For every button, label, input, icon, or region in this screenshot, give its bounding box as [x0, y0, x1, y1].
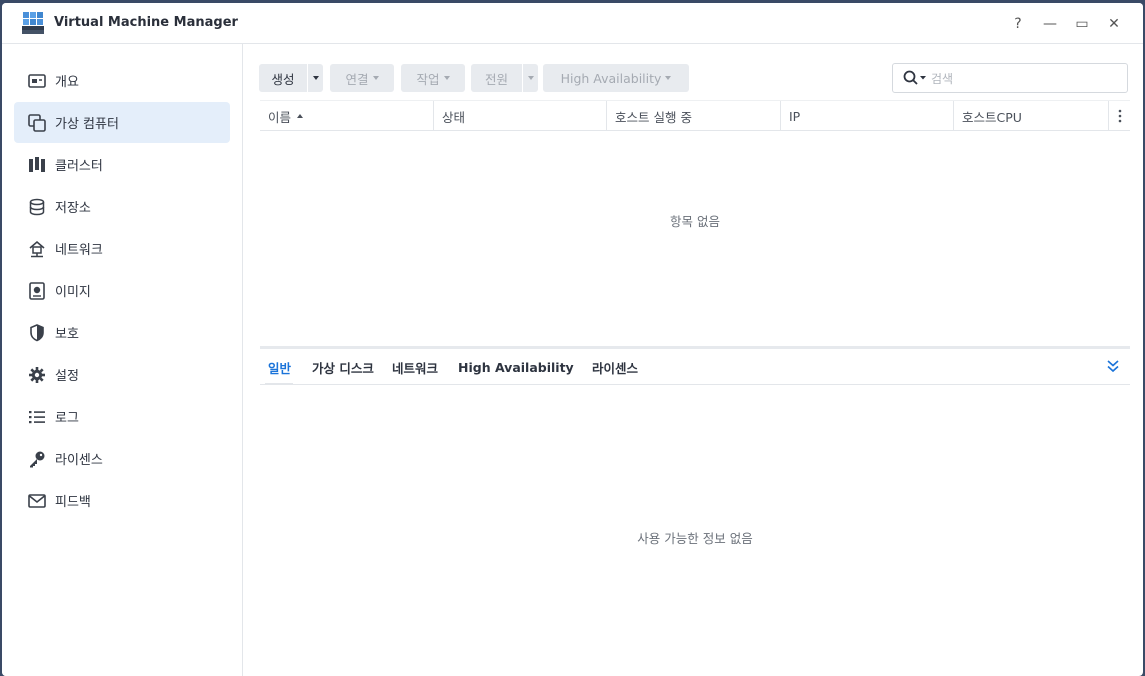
- main-panel: 생성 연결 작업 전원 High Availability 이름: [244, 44, 1143, 676]
- log-list-icon: [27, 407, 47, 427]
- sidebar-item-image[interactable]: 이미지: [14, 270, 230, 311]
- sidebar-item-label: 네트워크: [55, 243, 103, 258]
- overview-icon: [27, 71, 47, 91]
- app-logo-icon: [22, 12, 44, 34]
- help-button[interactable]: ?: [1006, 13, 1030, 35]
- power-button-label: 전원: [484, 71, 508, 87]
- sidebar-item-label: 보호: [55, 327, 79, 342]
- action-button[interactable]: 작업: [401, 64, 465, 92]
- column-label: IP: [789, 108, 801, 124]
- title-bar: Virtual Machine Manager ? — ▭ ✕: [2, 3, 1143, 44]
- tab-general[interactable]: 일반: [268, 349, 291, 385]
- sidebar-item-license[interactable]: 라이센스: [14, 438, 230, 479]
- maximize-button[interactable]: ▭: [1070, 13, 1094, 35]
- sidebar-item-label: 가상 컴퓨터: [55, 117, 119, 132]
- mail-icon: [27, 491, 47, 511]
- search-icon: [903, 70, 926, 85]
- grid-empty-message: 항목 없음: [670, 214, 720, 229]
- cluster-icon: [27, 155, 47, 175]
- image-icon: [27, 281, 47, 301]
- sidebar-item-label: 개요: [55, 75, 79, 90]
- column-status[interactable]: 상태: [434, 101, 606, 131]
- collapse-double-chevron-icon[interactable]: [1106, 359, 1120, 373]
- column-label: 상태: [442, 109, 466, 125]
- sidebar-item-feedback[interactable]: 피드백: [14, 480, 230, 521]
- column-label: 이름: [268, 109, 292, 125]
- chevron-down-icon: [527, 76, 534, 80]
- close-button[interactable]: ✕: [1102, 13, 1126, 35]
- detail-empty-message: 사용 가능한 정보 없음: [637, 531, 753, 546]
- sidebar-item-overview[interactable]: 개요: [14, 60, 230, 101]
- tab-label: High Availability: [458, 359, 574, 375]
- create-dropdown-button[interactable]: [307, 64, 323, 92]
- column-label: 호스트CPU: [962, 109, 1022, 125]
- action-button-label: 작업: [416, 71, 440, 87]
- sort-ascending-icon: [297, 114, 304, 118]
- sidebar-item-label: 저장소: [55, 201, 91, 216]
- tab-license[interactable]: 라이센스: [592, 349, 638, 385]
- sidebar-item-label: 라이센스: [55, 453, 103, 468]
- tab-label: 라이센스: [592, 360, 639, 376]
- sidebar-item-label: 설정: [55, 369, 79, 384]
- tab-virtual-disk[interactable]: 가상 디스크: [312, 349, 374, 385]
- sidebar: 개요 가상 컴퓨터 클러스터 저장소 네트워크 이미지 보호 설정 로그 라이센…: [2, 44, 243, 676]
- high-availability-button-label: High Availability: [560, 70, 662, 86]
- connect-button[interactable]: 연결: [330, 64, 394, 92]
- column-host-cpu[interactable]: 호스트CPU: [954, 101, 1108, 131]
- sidebar-item-label: 이미지: [55, 285, 91, 300]
- sidebar-item-settings[interactable]: 설정: [14, 354, 230, 395]
- shield-icon: [27, 323, 47, 343]
- tab-label: 네트워크: [392, 360, 439, 376]
- vmm-window: Virtual Machine Manager ? — ▭ ✕ 개요 가상 컴퓨…: [2, 3, 1143, 676]
- column-ip[interactable]: IP: [781, 101, 953, 131]
- app-title: Virtual Machine Manager: [54, 15, 238, 30]
- column-label: 호스트 실행 중: [615, 109, 692, 125]
- tab-active-indicator: [265, 383, 293, 385]
- more-vertical-icon: [1118, 109, 1121, 123]
- chevron-down-icon: [372, 76, 379, 80]
- key-icon: [27, 449, 47, 469]
- sidebar-item-label: 피드백: [55, 495, 91, 510]
- storage-icon: [27, 197, 47, 217]
- sidebar-item-cluster[interactable]: 클러스터: [14, 144, 230, 185]
- sidebar-item-storage[interactable]: 저장소: [14, 186, 230, 227]
- tab-label: 가상 디스크: [312, 360, 374, 376]
- sidebar-item-network[interactable]: 네트워크: [14, 228, 230, 269]
- column-name[interactable]: 이름: [260, 101, 433, 131]
- chevron-down-icon: [443, 76, 450, 80]
- chevron-down-icon: [665, 76, 672, 80]
- create-button[interactable]: 생성: [259, 64, 307, 92]
- sidebar-item-virtual-machine[interactable]: 가상 컴퓨터: [14, 102, 230, 143]
- sidebar-item-label: 클러스터: [55, 159, 103, 174]
- tab-label: 일반: [268, 360, 292, 376]
- chevron-down-icon: [312, 76, 319, 80]
- tab-network[interactable]: 네트워크: [392, 349, 438, 385]
- sidebar-item-log[interactable]: 로그: [14, 396, 230, 437]
- virtual-machine-icon: [27, 113, 47, 133]
- power-dropdown-button[interactable]: [522, 64, 538, 92]
- gear-icon: [27, 365, 47, 385]
- sidebar-item-label: 로그: [55, 411, 79, 426]
- vm-grid-header: 이름 상태 호스트 실행 중 IP 호스트CPU: [260, 100, 1130, 131]
- create-button-label: 생성: [271, 71, 295, 87]
- connect-button-label: 연결: [345, 71, 369, 87]
- search-input[interactable]: [931, 70, 1111, 88]
- detail-tabs: 일반 가상 디스크 네트워크 High Availability 라이센스: [260, 349, 1130, 385]
- search-box[interactable]: [892, 63, 1128, 93]
- tab-high-availability[interactable]: High Availability: [458, 349, 574, 385]
- minimize-button[interactable]: —: [1038, 13, 1062, 35]
- column-host-running[interactable]: 호스트 실행 중: [607, 101, 780, 131]
- network-icon: [27, 239, 47, 259]
- column-menu-button[interactable]: [1109, 101, 1130, 131]
- sidebar-item-protection[interactable]: 보호: [14, 312, 230, 353]
- high-availability-button[interactable]: High Availability: [543, 64, 689, 92]
- power-button[interactable]: 전원: [471, 64, 522, 92]
